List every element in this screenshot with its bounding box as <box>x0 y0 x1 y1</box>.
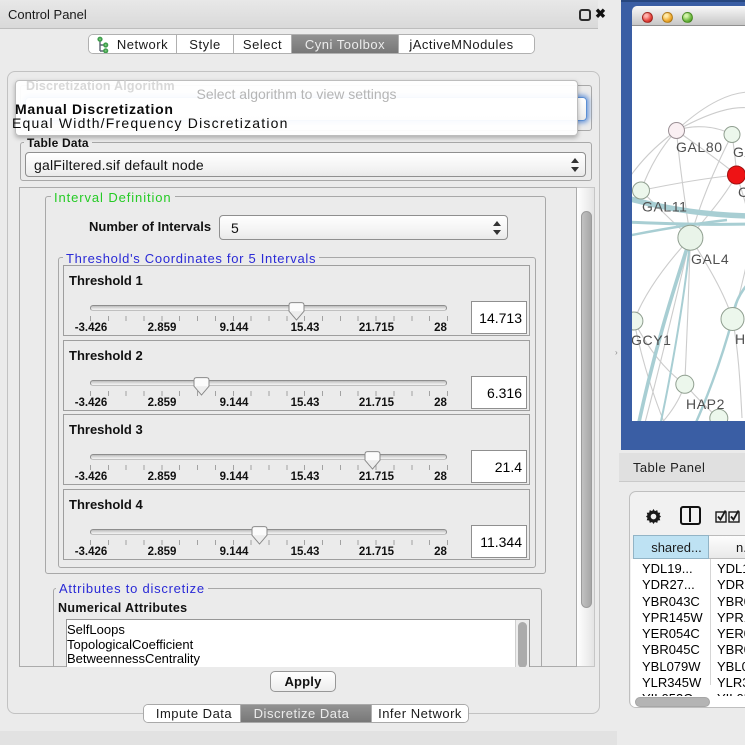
svg-text:GAL4: GAL4 <box>691 251 729 267</box>
svg-text:GAL80: GAL80 <box>676 139 723 155</box>
svg-text:C: C <box>738 184 745 200</box>
svg-text:HAP2: HAP2 <box>686 396 725 412</box>
svg-text:GCY1: GCY1 <box>632 332 672 348</box>
svg-text:GAL11: GAL11 <box>642 199 688 215</box>
svg-text:GA: GA <box>733 144 745 160</box>
svg-text:H: H <box>735 331 745 347</box>
